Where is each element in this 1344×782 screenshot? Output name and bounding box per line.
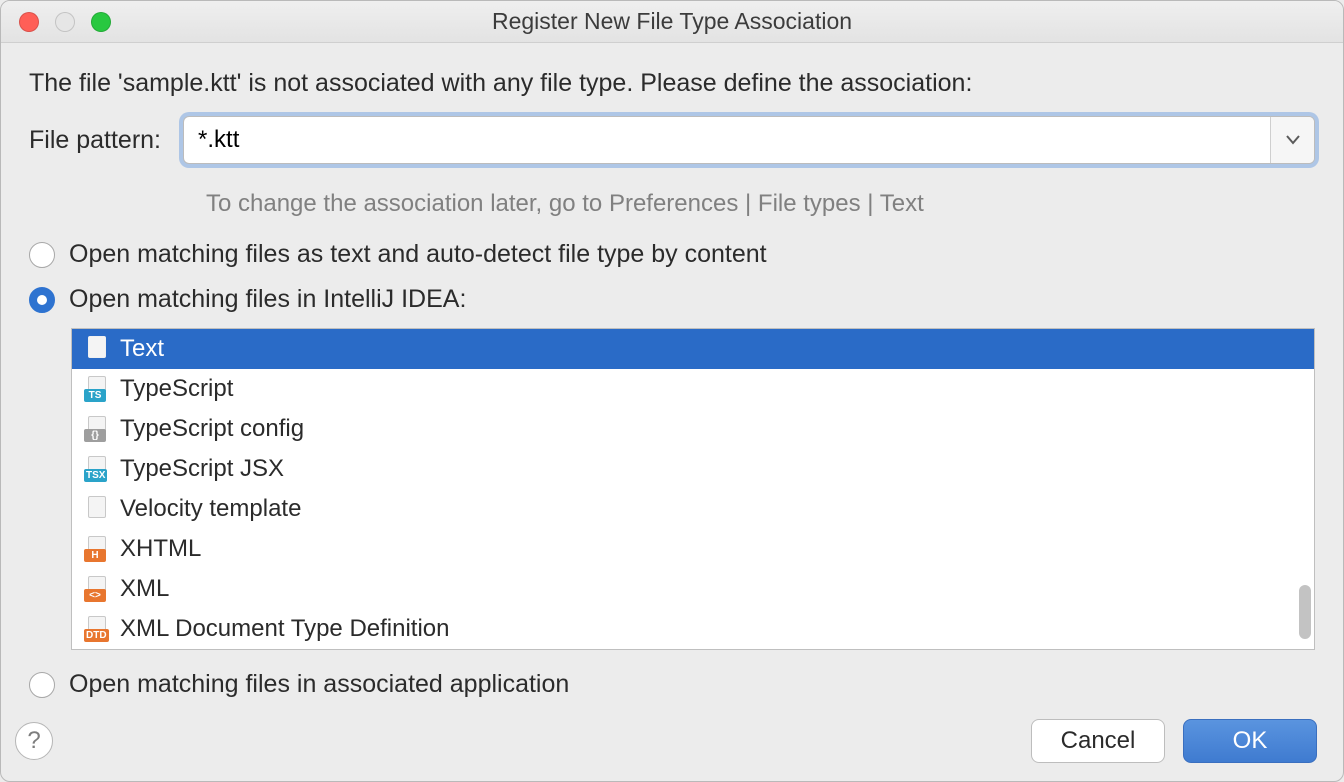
file-type-icon (84, 496, 110, 522)
radio-open-in-ide-button[interactable] (29, 287, 55, 313)
file-type-item[interactable]: DTD XML Document Type Definition (72, 609, 1314, 649)
chevron-down-icon (1286, 135, 1300, 145)
minimize-window-button[interactable] (55, 12, 75, 32)
file-type-icon: DTD (84, 616, 110, 642)
radio-open-in-ide-label: Open matching files in IntelliJ IDEA: (69, 285, 466, 314)
file-type-item[interactable]: TS TypeScript (72, 369, 1314, 409)
file-type-icon (84, 336, 110, 362)
dialog-content: The file 'sample.ktt' is not associated … (1, 43, 1343, 707)
titlebar: Register New File Type Association (1, 1, 1343, 43)
file-type-label: TypeScript (120, 375, 233, 403)
radio-open-in-associated-app-label: Open matching files in associated applic… (69, 670, 569, 699)
file-pattern-dropdown-button[interactable] (1270, 117, 1314, 163)
radio-auto-detect[interactable]: Open matching files as text and auto-det… (29, 240, 1315, 269)
radio-auto-detect-label: Open matching files as text and auto-det… (69, 240, 767, 269)
radio-open-in-ide[interactable]: Open matching files in IntelliJ IDEA: (29, 285, 1315, 314)
window-controls (19, 12, 111, 32)
cancel-button[interactable]: Cancel (1031, 719, 1165, 763)
file-type-label: Text (120, 335, 164, 363)
file-type-item[interactable]: <> XML (72, 569, 1314, 609)
file-type-label: XML (120, 575, 169, 603)
file-type-item[interactable]: TSX TypeScript JSX (72, 449, 1314, 489)
file-type-listbox[interactable]: Text TS TypeScript {} TypeScript config TSX Ty… (71, 328, 1315, 650)
dialog-footer: ? Cancel OK (1, 707, 1343, 781)
file-type-label: TypeScript JSX (120, 455, 284, 483)
radio-open-in-associated-app-button[interactable] (29, 672, 55, 698)
file-pattern-input[interactable] (184, 117, 1270, 163)
file-pattern-row: File pattern: (29, 116, 1315, 164)
file-pattern-label: File pattern: (29, 126, 161, 155)
dialog-window: Register New File Type Association The f… (0, 0, 1344, 782)
file-type-icon: H (84, 536, 110, 562)
file-type-item[interactable]: Text (72, 329, 1314, 369)
file-type-label: XML Document Type Definition (120, 615, 450, 643)
radio-open-in-associated-app[interactable]: Open matching files in associated applic… (29, 670, 1315, 699)
file-type-item[interactable]: {} TypeScript config (72, 409, 1314, 449)
intro-text: The file 'sample.ktt' is not associated … (29, 69, 1315, 98)
file-type-icon: {} (84, 416, 110, 442)
radio-auto-detect-button[interactable] (29, 242, 55, 268)
file-type-icon: TSX (84, 456, 110, 482)
scrollbar-thumb[interactable] (1299, 585, 1311, 639)
close-window-button[interactable] (19, 12, 39, 32)
file-pattern-combobox[interactable] (183, 116, 1315, 164)
file-type-icon: <> (84, 576, 110, 602)
ok-button[interactable]: OK (1183, 719, 1317, 763)
help-button[interactable]: ? (15, 722, 53, 760)
file-type-label: TypeScript config (120, 415, 304, 443)
file-type-item[interactable]: H XHTML (72, 529, 1314, 569)
file-type-icon: TS (84, 376, 110, 402)
file-type-item[interactable]: Velocity template (72, 489, 1314, 529)
file-type-label: Velocity template (120, 495, 301, 523)
maximize-window-button[interactable] (91, 12, 111, 32)
window-title: Register New File Type Association (492, 8, 852, 35)
file-type-label: XHTML (120, 535, 201, 563)
pattern-hint: To change the association later, go to P… (206, 190, 1315, 218)
